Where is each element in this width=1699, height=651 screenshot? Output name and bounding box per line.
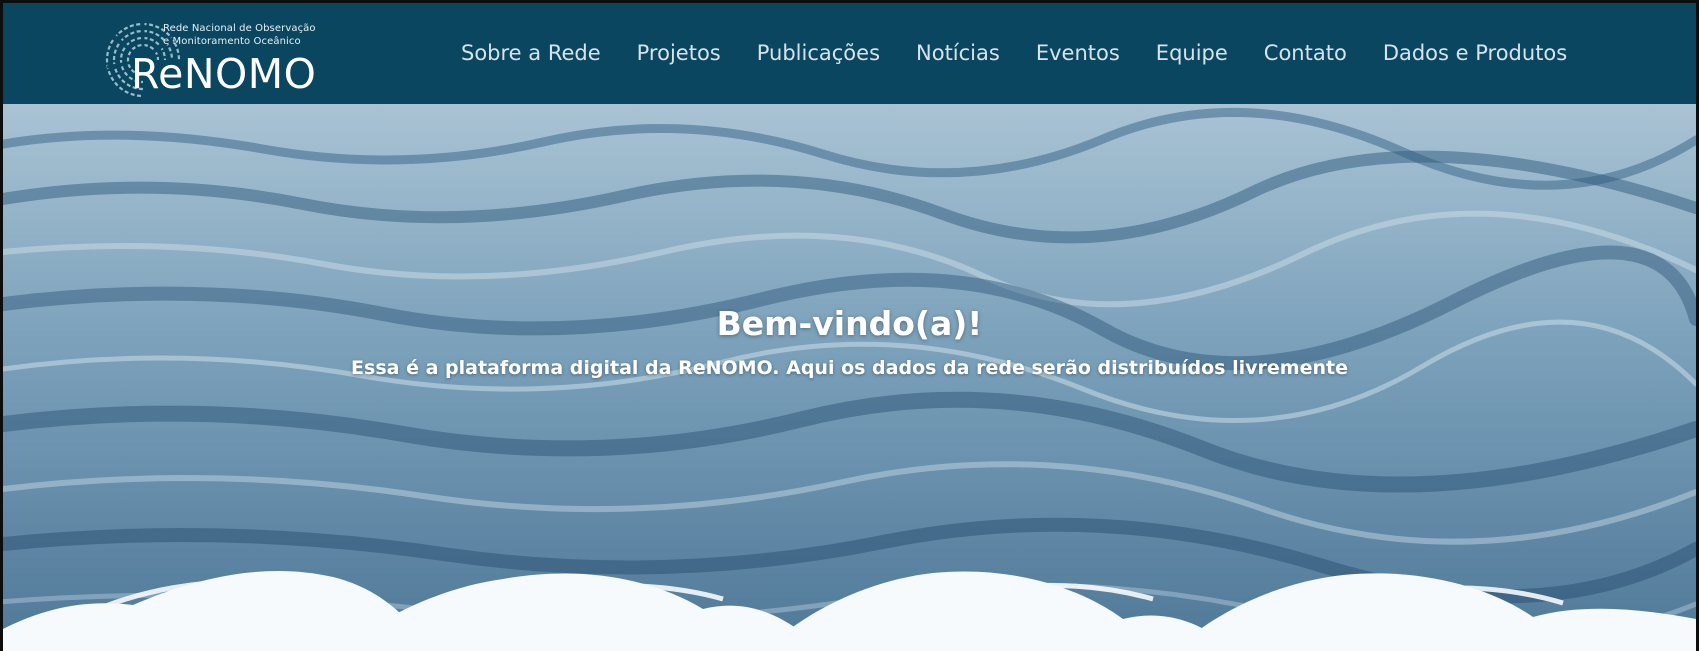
nav-item-dados-e-produtos[interactable]: Dados e Produtos [1365, 31, 1585, 75]
logo-tagline-line2: e Monitoramento Oceânico [163, 36, 301, 47]
nav-item-contato[interactable]: Contato [1246, 31, 1365, 75]
nav-item-eventos[interactable]: Eventos [1018, 31, 1138, 75]
site-logo[interactable]: Rede Nacional de Observação e Monitorame… [103, 15, 333, 103]
site-header: Rede Nacional de Observação e Monitorame… [3, 3, 1696, 104]
main-nav: Sobre a Rede Projetos Publicações Notíci… [443, 31, 1585, 75]
logo-wordmark: ReNOMO [131, 50, 317, 98]
hero-banner: Bem-vindo(a)! Essa é a plataforma digita… [3, 104, 1696, 651]
logo-tagline-line1: Rede Nacional de Observação [163, 23, 316, 34]
hero-subtitle: Essa é a plataforma digital da ReNOMO. A… [351, 357, 1348, 379]
nav-item-equipe[interactable]: Equipe [1138, 31, 1246, 75]
logo-tagline: Rede Nacional de Observação e Monitorame… [163, 22, 343, 48]
nav-item-sobre-a-rede[interactable]: Sobre a Rede [443, 31, 619, 75]
browser-viewport: Rede Nacional de Observação e Monitorame… [3, 3, 1696, 651]
nav-item-projetos[interactable]: Projetos [619, 31, 739, 75]
nav-item-noticias[interactable]: Notícias [898, 31, 1018, 75]
hero-title: Bem-vindo(a)! [716, 304, 983, 343]
wave-divider [3, 570, 1696, 651]
nav-item-publicacoes[interactable]: Publicações [739, 31, 898, 75]
